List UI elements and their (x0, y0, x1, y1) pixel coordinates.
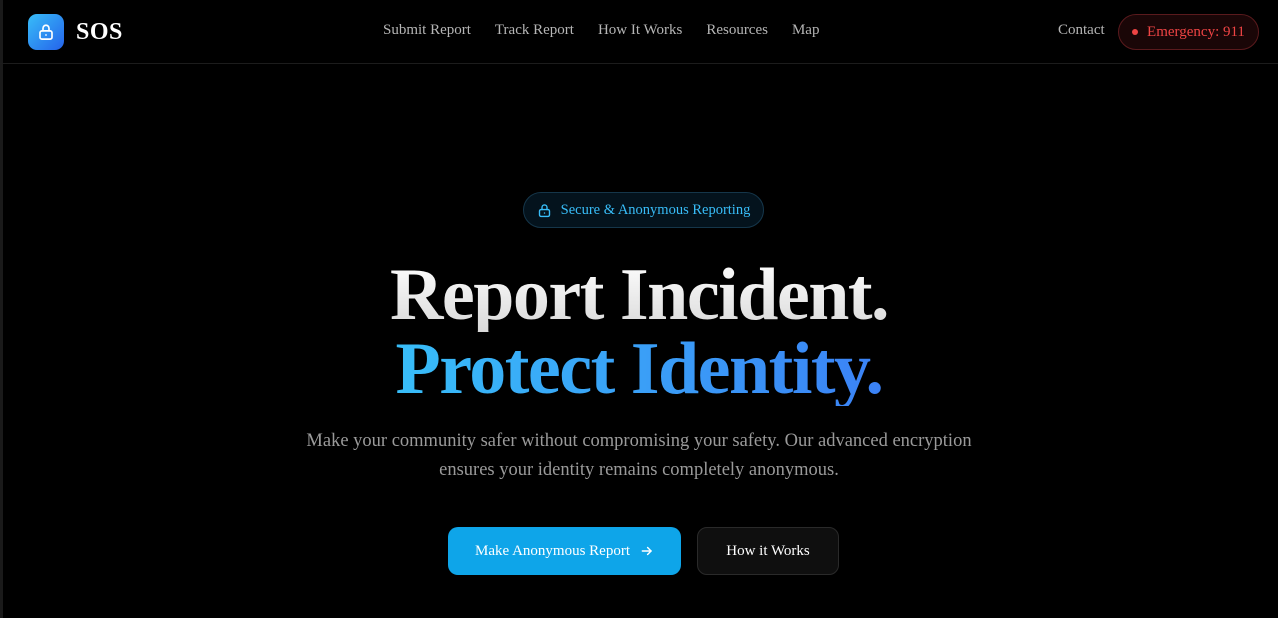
badge-label: Secure & Anonymous Reporting (560, 201, 751, 218)
status-dot-icon (1132, 29, 1139, 35)
secondary-button-label: How it Works (726, 542, 810, 559)
top-navbar: SOS Submit Report Track Report How It Wo… (0, 0, 1278, 64)
nav-item-resources[interactable]: Resources (706, 22, 768, 39)
brand-name: SOS (76, 18, 123, 45)
lock-icon (28, 14, 64, 50)
arrow-right-icon (640, 544, 654, 558)
nav-item-map[interactable]: Map (792, 22, 820, 39)
nav-item-submit-report[interactable]: Submit Report (383, 22, 471, 39)
page: SOS Submit Report Track Report How It Wo… (0, 0, 1278, 618)
how-it-works-button[interactable]: How it Works (697, 527, 839, 575)
hero-headline: Report Incident. Protect Identity. (0, 258, 1278, 406)
lock-icon (537, 203, 552, 218)
headline-line-1: Report Incident. (0, 258, 1278, 332)
nav-item-track-report[interactable]: Track Report (495, 22, 574, 39)
emergency-button[interactable]: Emergency: 911 (1118, 14, 1259, 50)
emergency-label: Emergency: 911 (1147, 23, 1245, 40)
headline-line-2: Protect Identity. (395, 328, 884, 410)
secure-badge: Secure & Anonymous Reporting (523, 192, 764, 228)
contact-link[interactable]: Contact (1058, 22, 1105, 39)
brand-logo[interactable]: SOS (28, 14, 123, 50)
hero-description: Make your community safer without compro… (306, 431, 972, 480)
make-anonymous-report-button[interactable]: Make Anonymous Report (448, 527, 681, 575)
primary-button-label: Make Anonymous Report (475, 542, 630, 559)
main-nav: Submit Report Track Report How It Works … (383, 22, 819, 39)
nav-item-how-it-works[interactable]: How It Works (598, 22, 682, 39)
